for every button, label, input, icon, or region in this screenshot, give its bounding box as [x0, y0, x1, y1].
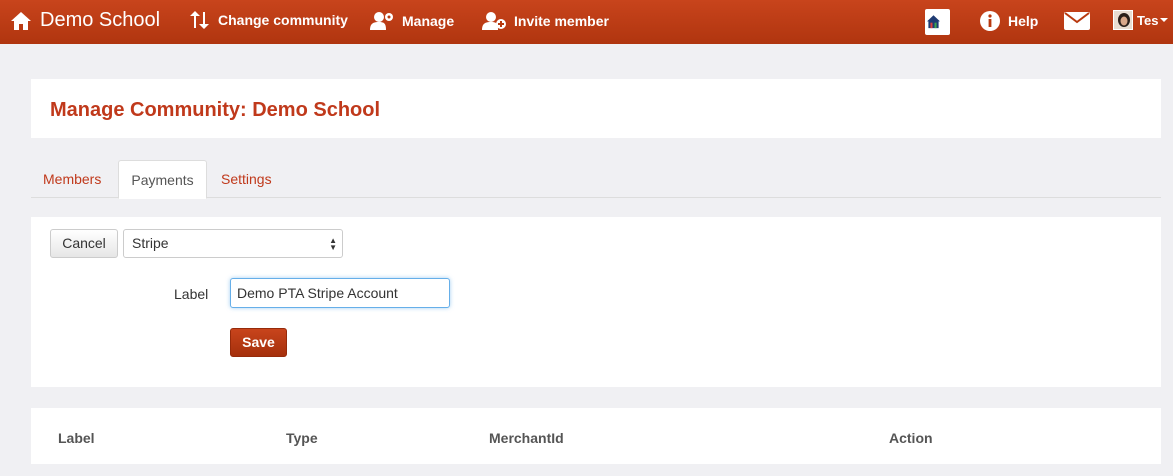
school-house-icon — [927, 15, 940, 29]
select-arrows-icon: ▲ ▼ — [329, 236, 337, 252]
label-input[interactable] — [230, 278, 450, 308]
title-panel: Manage Community: Demo School — [31, 79, 1161, 138]
swap-arrows-icon — [190, 11, 209, 29]
change-community-label: Change community — [218, 12, 348, 28]
community-home-button[interactable] — [925, 9, 950, 35]
help-link[interactable]: Help — [980, 11, 1038, 31]
home-icon — [11, 11, 31, 30]
messages-button[interactable] — [1064, 10, 1098, 32]
column-header-action: Action — [889, 430, 933, 446]
provider-select-value: Stripe — [132, 235, 169, 251]
invite-member-label: Invite member — [514, 13, 609, 29]
change-community-link[interactable]: Change community — [188, 11, 348, 29]
info-icon — [980, 11, 1000, 31]
manage-label: Manage — [402, 13, 455, 29]
tab-settings[interactable]: Settings — [209, 160, 284, 198]
user-name: Tes — [1137, 12, 1159, 28]
tab-bar: Members Payments Settings — [31, 160, 1161, 199]
tab-payments[interactable]: Payments — [118, 160, 207, 199]
payment-accounts-table: Label Type MerchantId Action — [31, 408, 1161, 464]
column-header-type: Type — [286, 430, 318, 446]
column-header-merchantid: MerchantId — [489, 430, 564, 446]
envelope-icon — [1064, 12, 1090, 30]
user-gear-icon — [370, 12, 393, 30]
save-button[interactable]: Save — [230, 328, 287, 357]
chevron-down-icon — [1160, 18, 1169, 22]
brand-label: Demo School — [40, 9, 161, 31]
page-title: Manage Community: Demo School — [50, 99, 381, 121]
user-menu[interactable]: Tes — [1113, 10, 1169, 30]
top-navbar: Demo School Change community Manage Invi… — [0, 0, 1173, 44]
avatar — [1113, 10, 1133, 30]
cancel-button[interactable]: Cancel — [50, 229, 118, 258]
label-field-label: Label — [174, 286, 209, 302]
invite-member-link[interactable]: Invite member — [482, 11, 609, 31]
payment-form-panel: Cancel Stripe ▲▼ Label Save — [31, 217, 1161, 387]
tab-members[interactable]: Members — [31, 160, 113, 198]
provider-select[interactable]: Stripe ▲ ▼ — [123, 229, 343, 258]
help-label: Help — [1008, 13, 1039, 29]
brand-link[interactable]: Demo School — [10, 9, 160, 32]
manage-link[interactable]: Manage — [370, 11, 454, 31]
user-add-icon — [482, 12, 506, 30]
column-header-label: Label — [58, 430, 95, 446]
